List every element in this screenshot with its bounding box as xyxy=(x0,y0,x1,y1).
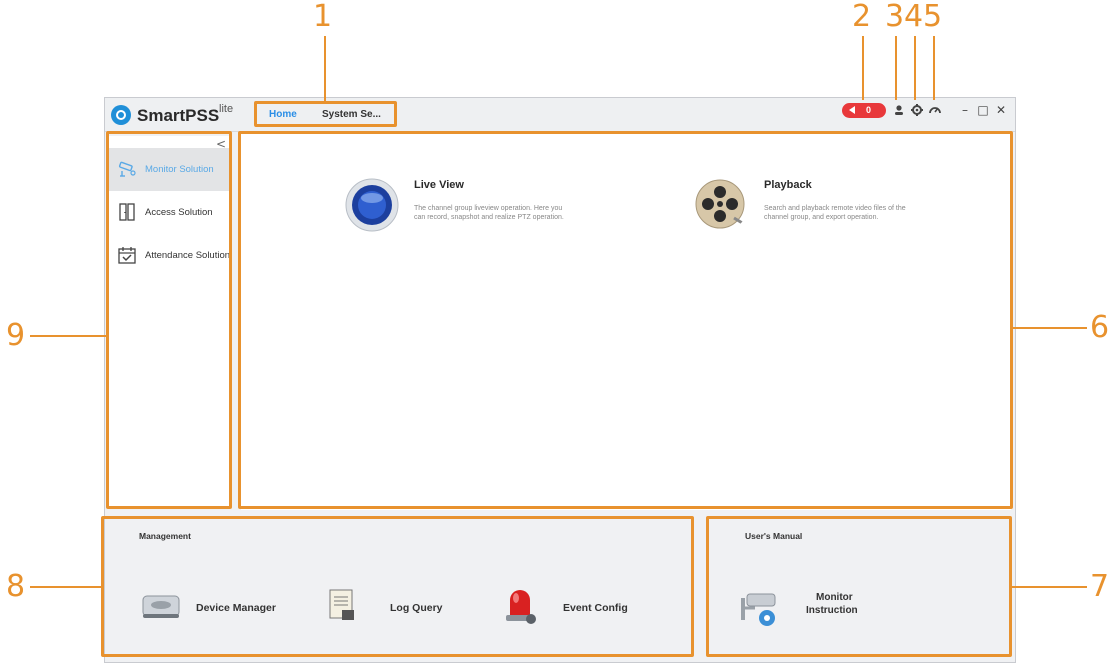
close-button[interactable]: ✕ xyxy=(994,103,1008,117)
callout-leader-6 xyxy=(1013,327,1087,329)
callout-box-7 xyxy=(706,516,1012,657)
app-name-suffix: lite xyxy=(219,103,234,115)
callout-leader-1 xyxy=(324,36,326,102)
callout-number-9: 9 xyxy=(6,318,26,353)
app-name: SmartPSS xyxy=(137,106,220,125)
callout-number-4: 4 xyxy=(904,0,924,34)
screenshot-stage: SmartPSS lite Home System Se... 0 – □ ✕ xyxy=(0,0,1117,663)
callout-number-8: 8 xyxy=(6,569,26,604)
callout-number-2: 2 xyxy=(852,0,872,34)
callout-number-1: 1 xyxy=(313,0,333,34)
callout-number-6: 6 xyxy=(1090,310,1110,345)
callout-leader-4 xyxy=(914,36,916,100)
user-icon[interactable] xyxy=(892,103,906,117)
callout-box-1 xyxy=(254,101,397,127)
callout-number-7: 7 xyxy=(1090,569,1110,604)
callout-box-6 xyxy=(238,131,1013,509)
callout-box-9 xyxy=(106,131,232,509)
minimize-button[interactable]: – xyxy=(958,103,972,117)
callout-number-3: 3 xyxy=(885,0,905,34)
alarm-count: 0 xyxy=(866,105,872,115)
callout-leader-8 xyxy=(30,586,101,588)
callout-box-8 xyxy=(101,516,694,657)
speaker-icon xyxy=(849,106,855,114)
callout-leader-2 xyxy=(862,36,864,100)
maximize-button[interactable]: □ xyxy=(976,103,990,117)
callout-number-5: 5 xyxy=(923,0,943,34)
alarm-button[interactable]: 0 xyxy=(842,103,886,118)
smartpss-logo-icon xyxy=(111,105,131,125)
gear-icon[interactable] xyxy=(910,103,924,117)
gauge-icon[interactable] xyxy=(928,103,942,117)
title-bar: SmartPSS lite Home System Se... 0 – □ ✕ xyxy=(105,98,1015,132)
callout-leader-5 xyxy=(933,36,935,100)
callout-leader-7 xyxy=(1012,586,1087,588)
callout-leader-9 xyxy=(30,335,106,337)
callout-leader-3 xyxy=(895,36,897,100)
